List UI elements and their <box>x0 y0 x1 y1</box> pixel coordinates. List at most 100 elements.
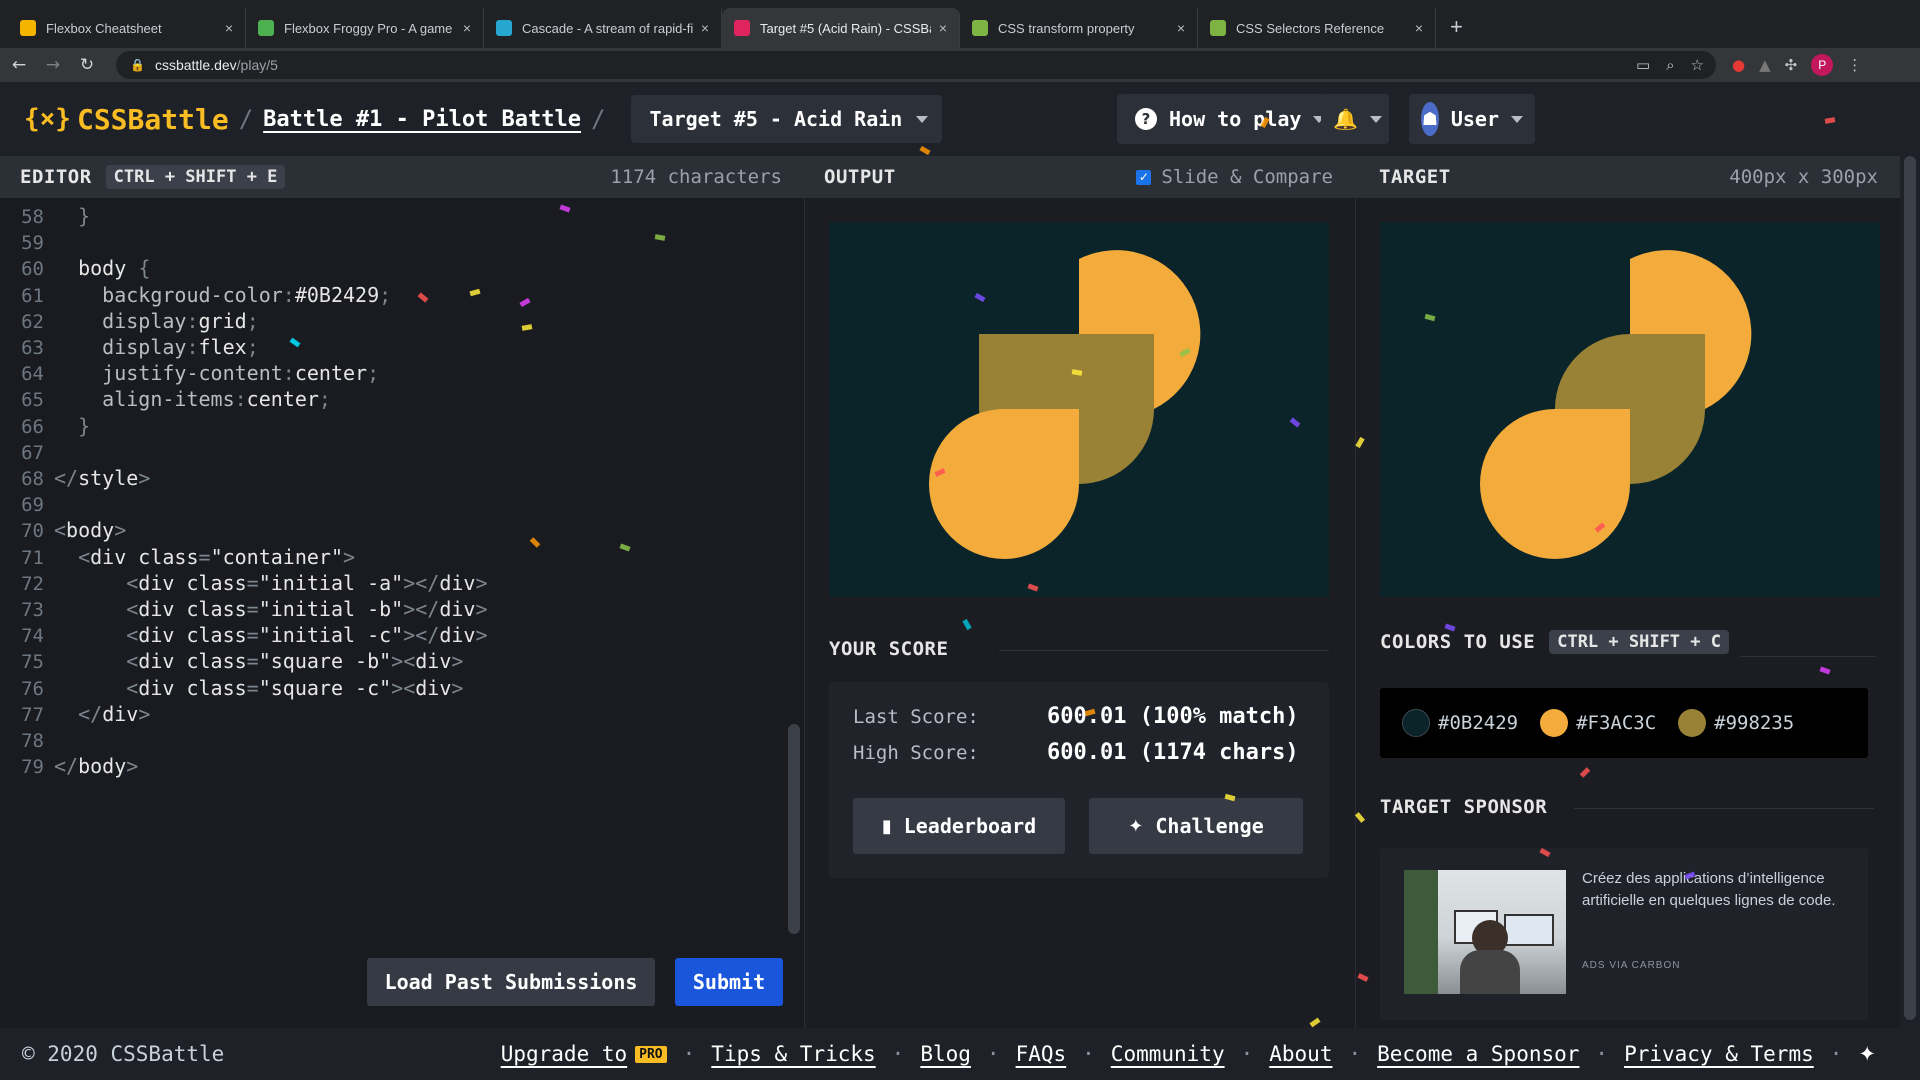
url-bar[interactable]: 🔒 cssbattle.dev/play/5 ▭ ⌕ ☆ <box>116 51 1716 79</box>
output-canvas[interactable] <box>829 222 1329 597</box>
color-swatch[interactable]: #0B2429 <box>1402 709 1518 737</box>
code-text: <div class="initial -a"></div> <box>126 570 488 595</box>
how-to-play-button[interactable]: ? How to play <box>1117 94 1344 144</box>
output-drawing <box>929 250 1201 559</box>
monitor-shape <box>1504 914 1554 946</box>
browser-tab[interactable]: Flexbox Froggy Pro - A game f × <box>246 8 484 48</box>
target-label: TARGET <box>1379 166 1451 188</box>
footer-link-blog[interactable]: Blog <box>920 1042 971 1066</box>
bookmark-star-icon[interactable]: ☆ <box>1691 56 1704 74</box>
close-icon[interactable]: × <box>463 20 471 36</box>
colors-shortcut: CTRL + SHIFT + C <box>1549 630 1729 654</box>
cssbattle-logo[interactable]: {×} CSSBattle <box>24 103 229 136</box>
code-text: <div class="square -b"><div> <box>126 649 464 674</box>
code-line[interactable]: 79 </body> <box>0 750 138 782</box>
browser-tab[interactable]: Cascade - A stream of rapid-fi × <box>484 8 722 48</box>
footer-link-about[interactable]: About <box>1269 1042 1332 1066</box>
footer-link-faqs[interactable]: FAQs <box>1016 1042 1067 1066</box>
leaderboard-button[interactable]: ▮ Leaderboard <box>853 798 1065 854</box>
footer-dot: · <box>986 1042 1000 1066</box>
footer-link-sponsor[interactable]: Become a Sponsor <box>1377 1042 1579 1066</box>
footer-link-privacy[interactable]: Privacy & Terms <box>1624 1042 1814 1066</box>
cast-icon[interactable]: ▭ <box>1636 56 1650 74</box>
editor-scrollbar[interactable] <box>788 724 800 934</box>
tab-title: Cascade - A stream of rapid-fi <box>522 20 693 36</box>
footer-link-tips[interactable]: Tips & Tricks <box>711 1042 875 1066</box>
tab-favicon-icon <box>1210 20 1226 36</box>
battle-link[interactable]: Battle #1 - Pilot Battle <box>263 107 581 132</box>
color-swatch[interactable]: #998235 <box>1678 709 1794 737</box>
challenge-button[interactable]: ✦ Challenge <box>1089 798 1303 854</box>
tab-title: Flexbox Froggy Pro - A game f <box>284 20 455 36</box>
ads-via-carbon[interactable]: ADS VIA CARBON <box>1582 960 1680 971</box>
footer-dot: · <box>1348 1042 1362 1066</box>
code-editor[interactable]: 58 } 59 60 body {61 backgroud-color:#0B242… <box>0 198 804 1028</box>
extension-grey-icon[interactable]: ▲ <box>1759 56 1771 74</box>
close-icon[interactable]: × <box>1415 20 1423 36</box>
close-icon[interactable]: × <box>939 20 947 36</box>
zoom-icon[interactable]: ⌕ <box>1666 56 1674 74</box>
tab-favicon-icon <box>258 20 274 36</box>
person-body-shape <box>1460 950 1520 994</box>
output-header: OUTPUT ✓ Slide & Compare <box>804 156 1355 198</box>
sponsor-image[interactable] <box>1404 870 1566 994</box>
tab-favicon-icon <box>20 20 36 36</box>
tab-strip: Flexbox Cheatsheet × Flexbox Froggy Pro - … <box>8 8 1436 48</box>
editor-shortcut: CTRL + SHIFT + E <box>105 165 286 189</box>
checkbox-checked-icon[interactable]: ✓ <box>1136 169 1152 185</box>
avatar: ☗ <box>1421 102 1439 136</box>
browser-tab[interactable]: CSS transform property × <box>960 8 1198 48</box>
how-to-play-label: How to play <box>1169 107 1302 131</box>
browser-tab[interactable]: Target #5 (Acid Rain) - CSSBat × <box>722 8 960 48</box>
sponsor-card[interactable]: Créez des applications d’intelligence ar… <box>1380 848 1868 1020</box>
forward-icon[interactable]: → <box>38 55 68 75</box>
lock-icon: 🔒 <box>130 58 145 72</box>
tab-favicon-icon <box>972 20 988 36</box>
logo-mark-icon: {×} <box>24 104 71 134</box>
browser-menu-icon[interactable]: ⋮ <box>1847 56 1862 74</box>
new-tab-icon[interactable]: + <box>1450 8 1463 48</box>
code-text: <div class="container"> <box>78 544 356 569</box>
leaderboard-label: Leaderboard <box>903 814 1037 838</box>
code-text: </div> <box>78 701 151 726</box>
target-drawing <box>1480 250 1752 559</box>
back-icon[interactable]: ← <box>4 55 34 75</box>
target-sponsor-title: TARGET SPONSOR <box>1380 796 1548 818</box>
user-menu-button[interactable]: ☗ User <box>1409 94 1535 144</box>
close-icon[interactable]: × <box>1177 20 1185 36</box>
footer-dot: · <box>682 1042 696 1066</box>
slide-compare-label: Slide & Compare <box>1161 166 1333 188</box>
last-score-label: Last Score: <box>853 706 979 728</box>
slide-compare-toggle[interactable]: ✓ Slide & Compare <box>1136 166 1333 188</box>
code-text: <div class="initial -b"></div> <box>126 597 488 621</box>
reload-icon[interactable]: ↻ <box>72 55 102 75</box>
tab-title: Target #5 (Acid Rain) - CSSBat <box>760 20 931 36</box>
plant-shape <box>1404 870 1438 994</box>
breadcrumb-separator: / <box>591 105 606 133</box>
code-text: <body> <box>54 518 127 543</box>
close-icon[interactable]: × <box>225 20 233 36</box>
color-swatch[interactable]: #F3AC3C <box>1540 709 1656 737</box>
sponsor-text[interactable]: Créez des applications d’intelligence ar… <box>1582 868 1846 912</box>
footer-link-upgrade[interactable]: Upgrade to <box>501 1042 627 1066</box>
tab-favicon-icon <box>734 20 750 36</box>
footer: © 2020 CSSBattle Upgrade to PRO · Tips & … <box>0 1028 1900 1080</box>
target-select[interactable]: Target #5 - Acid Rain <box>631 95 943 143</box>
url-host: cssbattle.dev <box>154 57 237 73</box>
extensions-puzzle-icon[interactable]: ✣ <box>1785 56 1798 74</box>
color-hex: #F3AC3C <box>1576 712 1657 734</box>
submit-button[interactable]: Submit <box>675 958 783 1006</box>
browser-tab[interactable]: CSS Selectors Reference × <box>1198 8 1436 48</box>
footer-link-community[interactable]: Community <box>1111 1042 1225 1066</box>
profile-avatar[interactable]: P <box>1811 54 1834 76</box>
close-icon[interactable]: × <box>701 20 709 36</box>
twitter-icon[interactable]: ✦ <box>1858 1042 1876 1066</box>
footer-dot: · <box>891 1042 905 1066</box>
page-scrollbar-thumb[interactable] <box>1904 156 1916 1020</box>
load-past-submissions-button[interactable]: Load Past Submissions <box>367 958 655 1006</box>
user-name: User <box>1450 107 1499 131</box>
color-hex: #0B2429 <box>1438 712 1519 734</box>
notifications-button[interactable]: 🔔 <box>1321 94 1389 144</box>
browser-tab[interactable]: Flexbox Cheatsheet × <box>8 8 246 48</box>
extension-red-icon[interactable]: ● <box>1732 56 1745 74</box>
